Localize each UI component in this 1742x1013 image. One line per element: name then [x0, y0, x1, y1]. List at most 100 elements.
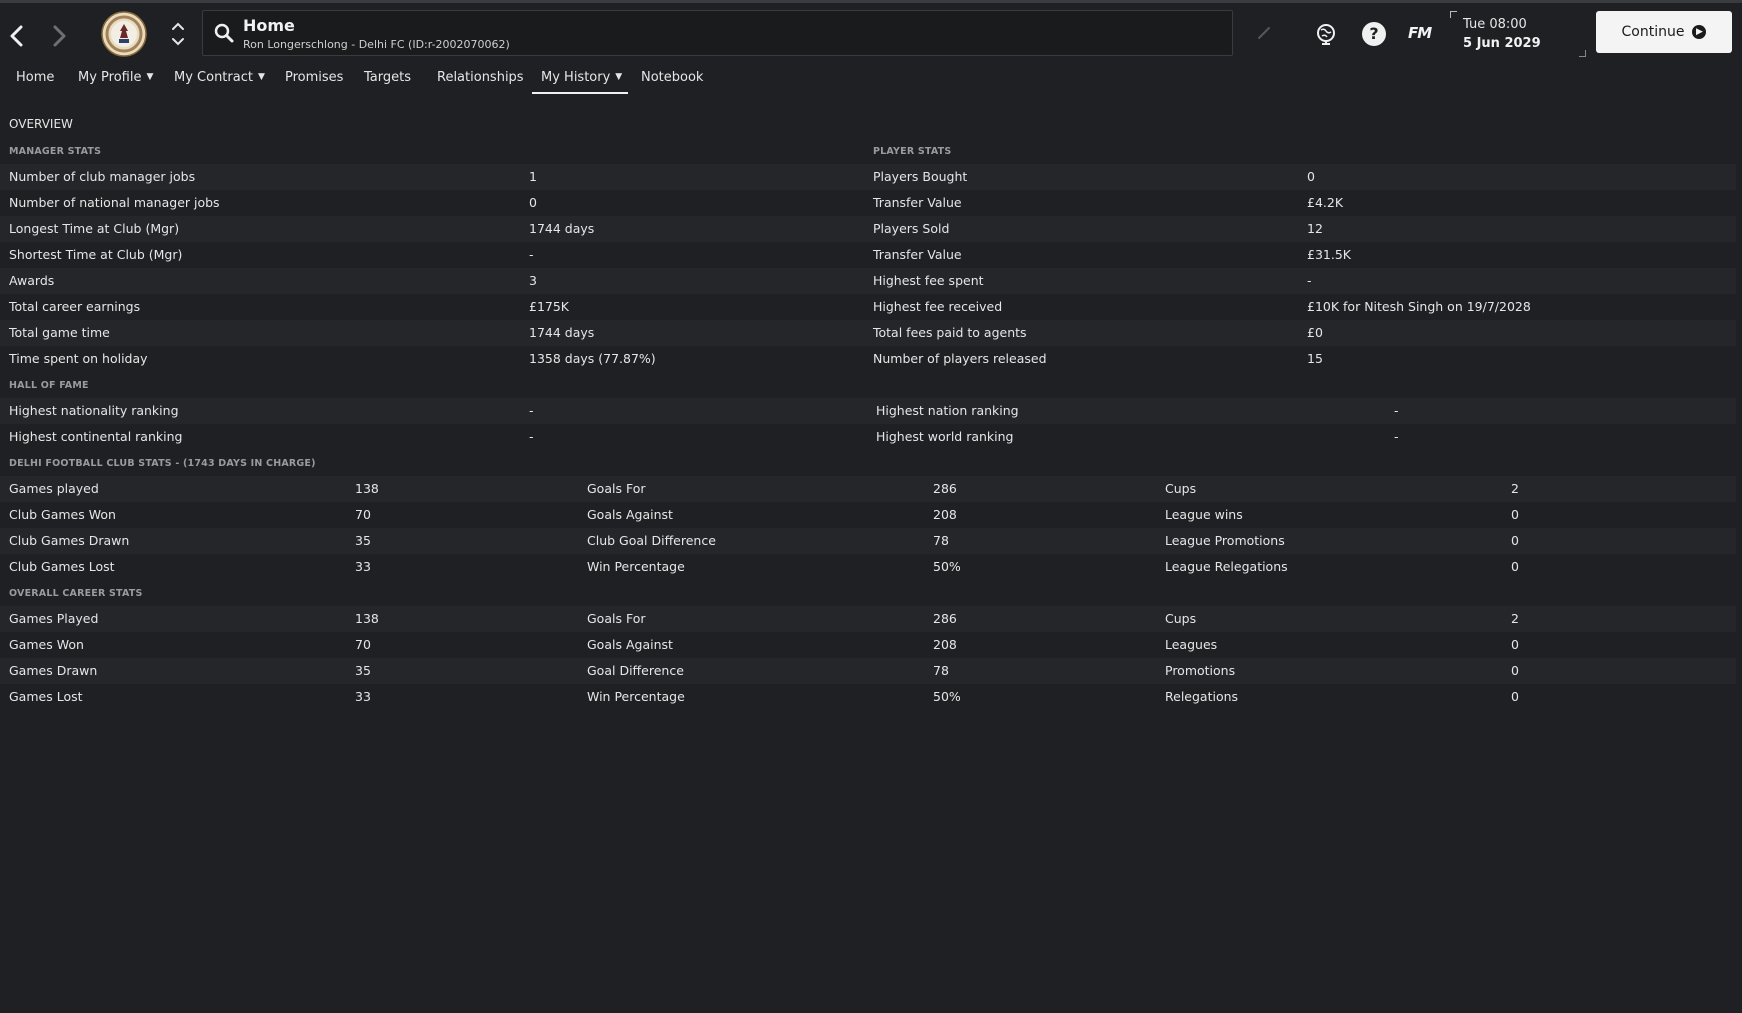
- stat-value: 286: [933, 481, 957, 496]
- table-row: Club Games Drawn 35 Club Goal Difference 78…: [0, 528, 1736, 554]
- fm-logo[interactable]: FM: [1408, 24, 1432, 42]
- stat-value: 1744 days: [529, 221, 595, 236]
- current-time: Tue 08:00: [1463, 17, 1527, 32]
- stat-value: 138: [355, 611, 379, 626]
- stat-label: Longest Time at Club (Mgr): [9, 221, 180, 236]
- stat-value: 208: [933, 507, 957, 522]
- stat-label: Club Goal Difference: [587, 533, 716, 548]
- stat-label: Highest nationality ranking: [9, 403, 179, 418]
- stat-value: 3: [529, 273, 537, 288]
- club-stats-title: DELHI FOOTBALL CLUB STATS - (1743 DAYS I…: [9, 458, 316, 469]
- stat-label: Games Won: [9, 637, 84, 652]
- stat-value: £10K for Nitesh Singh on 19/7/2028: [1307, 299, 1531, 314]
- forward-arrow-icon[interactable]: [48, 21, 70, 51]
- stat-label: Number of players released: [873, 351, 1047, 366]
- stat-label: Highest fee received: [873, 299, 1003, 314]
- stat-label: Games Played: [9, 611, 99, 626]
- page-subtitle: Ron Longerschlong - Delhi FC (ID:r-20020…: [243, 38, 510, 51]
- tab-my-contract[interactable]: My Contract ▼: [174, 70, 265, 85]
- table-row: Games Lost 33 Win Percentage 50% Relegations…: [0, 684, 1736, 710]
- club-badge-icon[interactable]: [101, 11, 147, 57]
- chevron-down-icon: ▼: [146, 72, 154, 82]
- stat-label: Club Games Drawn: [9, 533, 130, 548]
- stat-label: Goals Against: [587, 507, 673, 522]
- stat-value: 0: [1307, 169, 1315, 184]
- search-icon[interactable]: [213, 22, 235, 44]
- help-icon[interactable]: ?: [1362, 22, 1386, 46]
- career-stats-title: OVERALL CAREER STATS: [9, 588, 143, 599]
- stat-label: Goals For: [587, 481, 646, 496]
- stat-label: Games Drawn: [9, 663, 98, 678]
- arrow-right-circle-icon: ▶: [1692, 25, 1707, 39]
- stat-label: League Relegations: [1165, 559, 1288, 574]
- stat-label: Relegations: [1165, 689, 1239, 704]
- date-corner-bottom-right: [1579, 50, 1586, 57]
- stat-label: Win Percentage: [587, 689, 685, 704]
- stat-label: Cups: [1165, 611, 1197, 626]
- stat-label: Total fees paid to agents: [873, 325, 1027, 340]
- stat-value: 70: [355, 507, 371, 522]
- tab-my-history[interactable]: My History ▼: [541, 70, 622, 85]
- stat-value: 12: [1307, 221, 1323, 236]
- active-tab-underline: [532, 92, 628, 94]
- stat-value: 33: [355, 689, 371, 704]
- tab-label: Promises: [285, 70, 344, 85]
- pen-icon[interactable]: [1256, 25, 1272, 41]
- stat-value: 286: [933, 611, 957, 626]
- globe-icon[interactable]: [1314, 22, 1338, 46]
- stat-value: -: [529, 429, 534, 444]
- tab-label: Notebook: [641, 70, 704, 85]
- stat-value: 33: [355, 559, 371, 574]
- stat-label: Number of national manager jobs: [9, 195, 220, 210]
- continue-label: Continue: [1621, 24, 1685, 40]
- stat-label: Time spent on holiday: [9, 351, 148, 366]
- stat-label: League wins: [1165, 507, 1243, 522]
- table-row: Games Won 70 Goals Against 208 Leagues 0: [0, 632, 1736, 658]
- stat-label: Players Bought: [873, 169, 968, 184]
- table-row: Total game time 1744 days Total fees paid …: [0, 320, 1736, 346]
- continue-button[interactable]: Continue ▶: [1596, 11, 1732, 53]
- table-row: Club Games Won 70 Goals Against 208 League w…: [0, 502, 1736, 528]
- stat-label: Promotions: [1165, 663, 1236, 678]
- stat-value: -: [529, 403, 534, 418]
- table-row: Games Played 138 Goals For 286 Cups 2: [0, 606, 1736, 632]
- stat-value: £0: [1307, 325, 1323, 340]
- up-down-chevron-icon[interactable]: [170, 19, 186, 49]
- stat-value: 1358 days (77.87%): [529, 351, 656, 366]
- stat-label: Goals For: [587, 611, 646, 626]
- tab-relationships[interactable]: Relationships: [437, 70, 524, 85]
- tab-label: My History: [541, 70, 611, 85]
- table-row: Highest nationality ranking - Highest nati…: [0, 398, 1736, 424]
- stat-value: 78: [933, 533, 949, 548]
- tab-label: Home: [16, 70, 55, 85]
- overview-title: OVERVIEW: [9, 117, 73, 131]
- stat-value: 0: [1511, 533, 1519, 548]
- stat-value: -: [1307, 273, 1312, 288]
- header-bar: Home Ron Longerschlong - Delhi FC (ID:r-…: [0, 3, 1742, 63]
- tab-notebook[interactable]: Notebook: [641, 70, 703, 85]
- tab-home[interactable]: Home: [16, 70, 54, 85]
- table-row: Highest continental ranking - Highest worl…: [0, 424, 1736, 450]
- table-row: Club Games Lost 33 Win Percentage 50% League…: [0, 554, 1736, 580]
- stat-value: -: [1394, 403, 1399, 418]
- search-bar[interactable]: Home Ron Longerschlong - Delhi FC (ID:r-…: [202, 10, 1233, 56]
- stat-value: 208: [933, 637, 957, 652]
- stat-value: 0: [1511, 663, 1519, 678]
- date-corner-top-left: [1450, 11, 1457, 18]
- date-display[interactable]: Tue 08:00 5 Jun 2029: [1450, 11, 1586, 57]
- stat-label: Cups: [1165, 481, 1197, 496]
- tab-my-profile[interactable]: My Profile ▼: [78, 70, 153, 85]
- table-row: Longest Time at Club (Mgr) 1744 days Playe…: [0, 216, 1736, 242]
- stat-value: 0: [1511, 559, 1519, 574]
- stat-label: Awards: [9, 273, 55, 288]
- stat-value: 70: [355, 637, 371, 652]
- tab-promises[interactable]: Promises: [285, 70, 343, 85]
- stat-value: 78: [933, 663, 949, 678]
- table-row: Awards 3 Highest fee spent -: [0, 268, 1736, 294]
- stat-value: -: [1394, 429, 1399, 444]
- stat-label: Transfer Value: [873, 195, 962, 210]
- stat-label: Club Games Lost: [9, 559, 115, 574]
- back-arrow-icon[interactable]: [6, 21, 28, 51]
- stat-value: 0: [1511, 689, 1519, 704]
- tab-targets[interactable]: Targets: [364, 70, 411, 85]
